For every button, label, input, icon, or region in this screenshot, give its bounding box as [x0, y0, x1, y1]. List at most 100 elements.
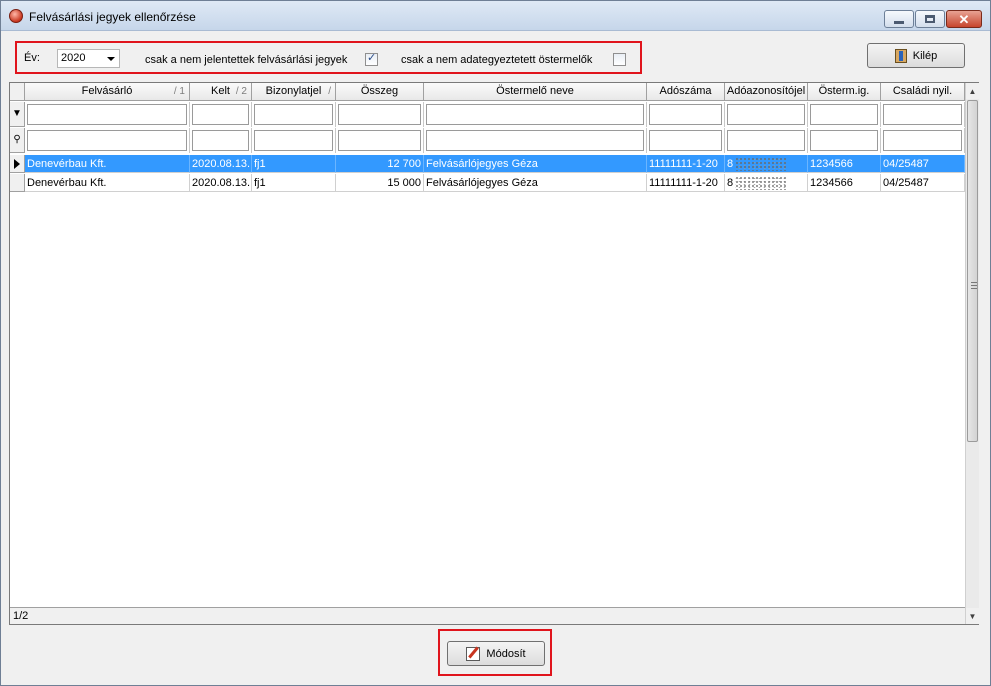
only-unreported-checkbox[interactable]: [365, 51, 378, 66]
search-cell: [25, 128, 190, 153]
exit-button-label: Kilép: [912, 49, 938, 62]
column-header-osterm-ig[interactable]: Österm.ig.: [808, 83, 881, 101]
grid-corner[interactable]: [10, 83, 25, 101]
search-cell: [252, 128, 336, 153]
column-header-osszeg[interactable]: Összeg: [336, 83, 424, 101]
filter-cell: [725, 102, 808, 127]
search-cell: [881, 128, 965, 153]
cell-adoazonositojel-text: 8: [727, 158, 734, 170]
cell-felvasarlo[interactable]: Denevérbau Kft.: [25, 174, 190, 192]
cell-felvasarlo[interactable]: Denevérbau Kft.: [25, 155, 190, 173]
column-header-label: Östermelő neve: [496, 85, 574, 97]
search-input[interactable]: [27, 130, 187, 151]
exit-button[interactable]: Kilép: [867, 43, 965, 68]
search-input[interactable]: [810, 130, 878, 151]
maximize-icon: [925, 15, 935, 23]
data-grid: Felvásárló / 1 Kelt / 2 Bizonylatjel / Össz…: [9, 82, 979, 625]
column-header-csaladi-nyil[interactable]: Családi nyil.: [881, 83, 965, 101]
filter-cell: [190, 102, 252, 127]
search-input[interactable]: [426, 130, 644, 151]
filter-input[interactable]: [649, 104, 722, 125]
close-button[interactable]: ✕: [946, 10, 982, 28]
cell-kelt[interactable]: 2020.08.13.: [190, 174, 252, 192]
column-header-kelt[interactable]: Kelt / 2: [190, 83, 252, 101]
cell-adoazonositojel[interactable]: 8: [725, 155, 808, 173]
minimize-button[interactable]: [884, 10, 914, 28]
filter-panel: Év: 2020 csak a nem jelentettek felvásár…: [15, 41, 642, 74]
maximize-button[interactable]: [915, 10, 945, 28]
cell-osterm-ig[interactable]: 1234566: [808, 174, 881, 192]
column-header-label: Kelt: [211, 85, 230, 97]
grip-icon: [971, 282, 977, 289]
filter-cell: [881, 102, 965, 127]
search-input[interactable]: [338, 130, 421, 151]
scroll-thumb[interactable]: [967, 100, 978, 442]
column-header-label: Adóazonosítójel: [726, 85, 806, 97]
grid-status-bar: 1/2: [10, 607, 965, 624]
vertical-scrollbar[interactable]: ▲ ▼: [965, 83, 979, 624]
only-unmatched-checkbox[interactable]: [613, 53, 626, 66]
column-header-label: Österm.ig.: [818, 85, 870, 97]
cell-csaladi-nyil[interactable]: 04/25487: [881, 174, 965, 192]
column-header-adoszama[interactable]: Adószáma: [647, 83, 725, 101]
redacted-mask: [735, 157, 787, 171]
cell-kelt[interactable]: 2020.08.13.: [190, 155, 252, 173]
only-unmatched-label: csak a nem adategyeztetett östermelők: [401, 54, 593, 66]
search-input[interactable]: [649, 130, 722, 151]
record-counter: 1/2: [13, 610, 29, 622]
column-header-label: Bizonylatjel: [265, 85, 322, 97]
filter-input[interactable]: [192, 104, 249, 125]
filter-input[interactable]: [27, 104, 187, 125]
cell-osszeg[interactable]: 12 700: [336, 155, 424, 173]
title-bar[interactable]: Felvásárlási jegyek ellenőrzése ✕: [1, 1, 990, 31]
minimize-icon: [894, 20, 904, 24]
search-cell: [725, 128, 808, 153]
scroll-up-button[interactable]: ▲: [966, 83, 979, 99]
redacted-mask: [735, 176, 787, 190]
modify-button[interactable]: Módosít: [447, 641, 545, 666]
filter-cell: [808, 102, 881, 127]
column-header-felvasarlo[interactable]: Felvásárló / 1: [25, 83, 190, 101]
cell-osszeg[interactable]: 15 000: [336, 174, 424, 192]
cell-ostermelo-neve[interactable]: Felvásárlójegyes Géza: [424, 155, 647, 173]
column-header-adoazonositojel[interactable]: Adóazonosítójel: [725, 83, 808, 101]
search-input[interactable]: [192, 130, 249, 151]
column-header-label: Felvásárló: [81, 85, 133, 97]
cell-ostermelo-neve[interactable]: Felvásárlójegyes Géza: [424, 174, 647, 192]
filter-input[interactable]: [810, 104, 878, 125]
row-indicator: [10, 155, 25, 173]
cell-bizonylatjel[interactable]: fj1: [252, 174, 336, 192]
cell-adoszama[interactable]: 11111111-1-20: [647, 174, 725, 192]
filter-input[interactable]: [338, 104, 421, 125]
binoculars-icon: ⚲: [10, 128, 25, 153]
search-input[interactable]: [727, 130, 805, 151]
column-header-label: Családi nyil.: [892, 85, 953, 97]
window-title: Felvásárlási jegyek ellenőrzése: [29, 10, 196, 24]
year-label: Év:: [24, 52, 40, 64]
column-header-label: Összeg: [360, 85, 399, 97]
cell-csaladi-nyil[interactable]: 04/25487: [881, 155, 965, 173]
filter-cell: [252, 102, 336, 127]
cell-bizonylatjel[interactable]: fj1: [252, 155, 336, 173]
cell-adoazonositojel[interactable]: 8: [725, 174, 808, 192]
edit-icon: [466, 646, 481, 661]
cell-osterm-ig[interactable]: 1234566: [808, 155, 881, 173]
filter-cell: [25, 102, 190, 127]
column-header-ostermelo-neve[interactable]: Östermelő neve: [424, 83, 647, 101]
filter-input[interactable]: [426, 104, 644, 125]
column-header-bizonylatjel[interactable]: Bizonylatjel /: [252, 83, 336, 101]
search-cell: [808, 128, 881, 153]
filter-cell: [336, 102, 424, 127]
filter-input[interactable]: [254, 104, 333, 125]
sort-indicator: /: [328, 86, 331, 97]
search-input[interactable]: [883, 130, 962, 151]
filter-input[interactable]: [883, 104, 962, 125]
cell-adoazonositojel-text: 8: [727, 177, 734, 189]
year-select[interactable]: 2020: [57, 49, 120, 68]
filter-input[interactable]: [727, 104, 805, 125]
scroll-down-button[interactable]: ▼: [966, 608, 979, 624]
search-cell: [424, 128, 647, 153]
filter-icon: ▼: [10, 102, 25, 127]
cell-adoszama[interactable]: 11111111-1-20: [647, 155, 725, 173]
search-input[interactable]: [254, 130, 333, 151]
